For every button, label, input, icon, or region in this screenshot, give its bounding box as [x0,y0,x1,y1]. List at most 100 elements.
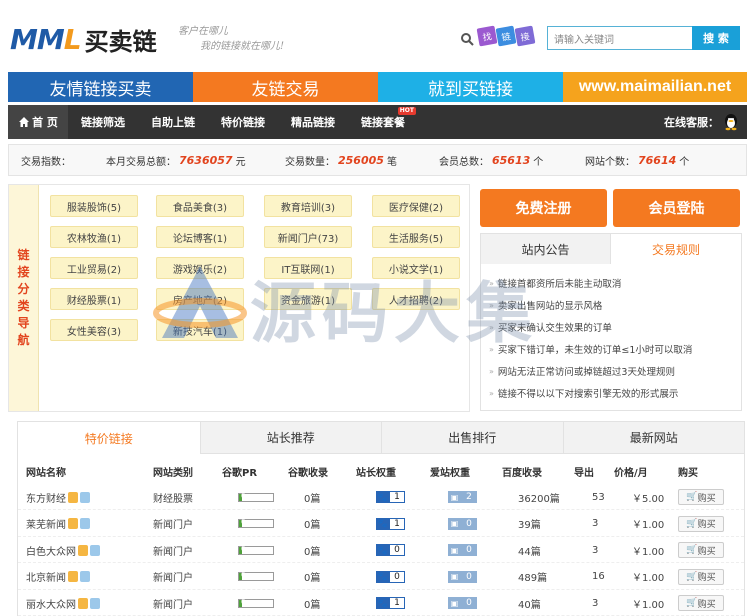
nav-self-link[interactable]: 自助上链 [138,105,208,139]
buy-button[interactable]: 🛒 购买 [678,489,724,505]
category-item[interactable]: 人才招聘(2) [372,288,460,310]
category-item[interactable]: 医疗保健(2) [372,195,460,217]
buy-button[interactable]: 🛒 购买 [678,595,724,611]
google-index-cell: 0篇 [304,511,320,537]
category-item[interactable]: 财经股票(1) [50,288,138,310]
site-category: 新闻门户 [153,546,193,558]
column-header: 爱站权重 [430,467,470,479]
rule-item[interactable]: » 买家未确认交生效果的订单 [489,316,733,338]
nav-link-packages[interactable]: 链接套餐 HOT [348,105,418,139]
az-weight-value: 0 [461,544,477,556]
az-weight-badge: ▣ 0 [448,544,477,556]
category-item[interactable]: 农林牧渔(1) [50,226,138,248]
stats-monthly-label: 本月交易总额： [106,156,176,168]
category-item[interactable]: IT互联网(1) [264,257,352,279]
banner-url[interactable]: www.maimailian.net [563,72,747,102]
buy-button[interactable]: 🛒 购买 [678,515,724,532]
site-name-cell: 东方财经 [26,484,90,510]
nav-link-filter[interactable]: 链接筛选 [68,105,138,139]
badge-icon [68,518,78,529]
site-name-link[interactable]: 东方财经 [26,490,66,505]
category-item[interactable]: 教育培训(3) [264,195,352,217]
category-item[interactable]: 房产地产(2) [156,288,244,310]
site-name-link[interactable]: 北京新闻 [26,569,66,584]
category-item[interactable]: 生活服务(5) [372,226,460,248]
tab-notice[interactable]: 站内公告 [481,234,611,264]
site-category: 新闻门户 [153,599,193,611]
tab-trade-rules[interactable]: 交易规则 [611,234,741,264]
az-weight-value: 0 [461,597,477,609]
rule-item[interactable]: » 链接不得以以下对搜索引擎无效的形式展示 [489,382,733,404]
rule-item[interactable]: » 买家下错订单，未生效的订单≤1小时可以取消 [489,338,733,360]
google-pr-bar: 0 [238,598,274,608]
price: ￥1.00 [632,573,665,584]
price-cell: ￥1.00 [632,537,664,563]
az-weight-cell: ▣ 0 [448,564,477,590]
logo-latin-accent: L [63,22,82,56]
site-name-link[interactable]: 丽水大众网 [26,596,76,611]
category-item[interactable]: 食品美食(3) [156,195,244,217]
buy-button[interactable]: 🛒 购买 [678,542,724,558]
az-weight-badge: ▣ 0 [448,570,477,583]
zz-weight-value: 0 [389,570,405,583]
column-header: 网站类别 [153,467,193,479]
banner-link-trade[interactable]: 友情链接买卖 [8,72,193,102]
rule-text: 买家下错订单，未生效的订单≤1小时可以取消 [497,345,693,356]
category-item[interactable]: 游戏娱乐(2) [156,257,244,279]
cart-icon: 🛒 [686,598,698,608]
search-button[interactable]: 搜 索 [692,26,740,50]
tab-newest-sites[interactable]: 最新网站 [562,422,744,454]
table-row: 丽水大众网 新闻门户 0 0篇 🐾 1 ▣ 0 40篇 3 ￥1.00 🛒 购买 [18,590,744,616]
banner-link-exchange[interactable]: 友链交易 [193,72,378,102]
category-item[interactable]: 小说文学(1) [372,257,460,279]
tab-recommended[interactable]: 站长推荐 [199,422,381,454]
paw-icon: 🐾 [376,491,389,503]
baidu-index-cell: 40篇 [518,590,541,616]
rule-item[interactable]: » 卖家出售网站的显示风格 [489,294,733,316]
zz-weight-badge: 🐾 1 [376,517,405,530]
google-index-cell: 0篇 [304,537,320,563]
site-name-link[interactable]: 莱芜新闻 [26,516,66,531]
pr-value: 0 [241,518,246,526]
site-header: MML 买卖链 客户在哪儿 我的链接就在哪儿! 找 链 接 请输入关键词 搜 索 [0,0,755,70]
info-icon [80,518,90,529]
google-index: 0篇 [304,546,321,558]
tab-special-links[interactable]: 特价链接 [18,422,200,454]
category-item[interactable]: 女性美容(3) [50,319,138,341]
az-weight-cell: ▣ 0 [448,511,477,537]
google-index-cell: 0篇 [304,564,320,590]
online-service[interactable]: 在线客服： [664,105,739,139]
google-index-cell: 0篇 [304,484,320,510]
rule-text: 链接不得以以下对搜索引擎无效的形式展示 [497,389,679,400]
nav-premium-links[interactable]: 精品链接 [278,105,348,139]
category-item[interactable]: 新技汽车(1) [156,319,244,341]
category-item[interactable]: 资金旅游(1) [264,288,352,310]
zz-weight-cell: 🐾 1 [376,484,405,510]
outlinks: 3 [592,597,599,609]
paw-icon: 🐾 [376,570,389,583]
category-item[interactable]: 新闻门户(73) [264,226,352,248]
nav-home[interactable]: 首 页 [8,105,68,139]
category-item[interactable]: 工业贸易(2) [50,257,138,279]
buy-cell: 🛒 购买 [678,511,724,537]
rule-item[interactable]: » 网站无法正常访问或掉链超过3天处理规则 [489,360,733,382]
site-name-cell: 北京新闻 [26,564,90,590]
buy-button[interactable]: 🛒 购买 [678,568,724,585]
column-header: 站长权重 [356,467,396,479]
site-name-cell: 莱芜新闻 [26,511,90,537]
zz-weight-value: 1 [389,517,405,530]
info-icon [90,597,100,609]
login-button[interactable]: 会员登陆 [613,189,740,227]
site-name-link[interactable]: 白色大众网 [26,543,76,558]
category-item[interactable]: 论坛博客(1) [156,226,244,248]
google-pr-cell: 0 [238,564,274,590]
column-header: 百度收录 [502,467,542,479]
search-input[interactable]: 请输入关键词 [547,26,692,50]
tab-sales-ranking[interactable]: 出售排行 [381,422,563,454]
rule-item[interactable]: » 链接首都资所后未能主动取消 [489,272,733,294]
nav-special-links[interactable]: 特价链接 [208,105,278,139]
banner-buy-link[interactable]: 就到买链接 [378,72,563,102]
register-button[interactable]: 免费注册 [480,189,607,227]
category-item[interactable]: 服装股饰(5) [50,195,138,217]
site-logo[interactable]: MML 买卖链 [10,22,157,56]
